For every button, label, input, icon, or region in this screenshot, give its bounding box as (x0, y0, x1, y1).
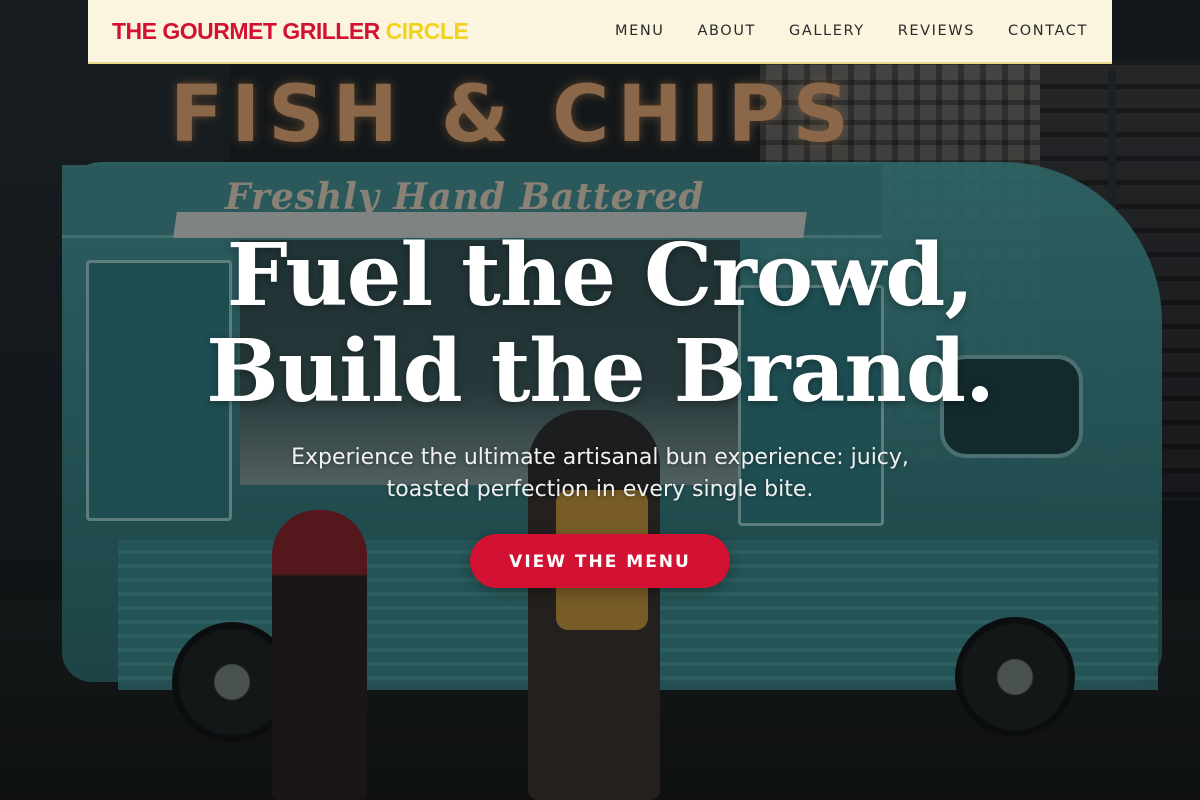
view-menu-button[interactable]: VIEW THE MENU (470, 534, 730, 588)
hero-headline-line-1: Fuel the Crowd, (226, 225, 975, 326)
brand-logo[interactable]: THE GOURMET GRILLER CIRCLE (112, 17, 469, 45)
nav-link-about[interactable]: ABOUT (698, 23, 757, 39)
main-navigation: MENU ABOUT GALLERY REVIEWS CONTACT (615, 23, 1088, 39)
hero-headline: Fuel the Crowd, Build the Brand. (0, 228, 1200, 420)
brand-name-main: THE GOURMET GRILLER (112, 17, 380, 44)
hero-headline-line-2: Build the Brand. (206, 321, 995, 422)
nav-link-menu[interactable]: MENU (615, 23, 665, 39)
nav-link-contact[interactable]: CONTACT (1008, 23, 1088, 39)
hero-content: Fuel the Crowd, Build the Brand. Experie… (0, 228, 1200, 588)
nav-link-gallery[interactable]: GALLERY (789, 23, 865, 39)
site-header: THE GOURMET GRILLER CIRCLE MENU ABOUT GA… (88, 0, 1112, 64)
nav-link-reviews[interactable]: REVIEWS (898, 23, 975, 39)
hero-subtitle: Experience the ultimate artisanal bun ex… (291, 445, 909, 502)
brand-name-accent: CIRCLE (385, 17, 469, 44)
